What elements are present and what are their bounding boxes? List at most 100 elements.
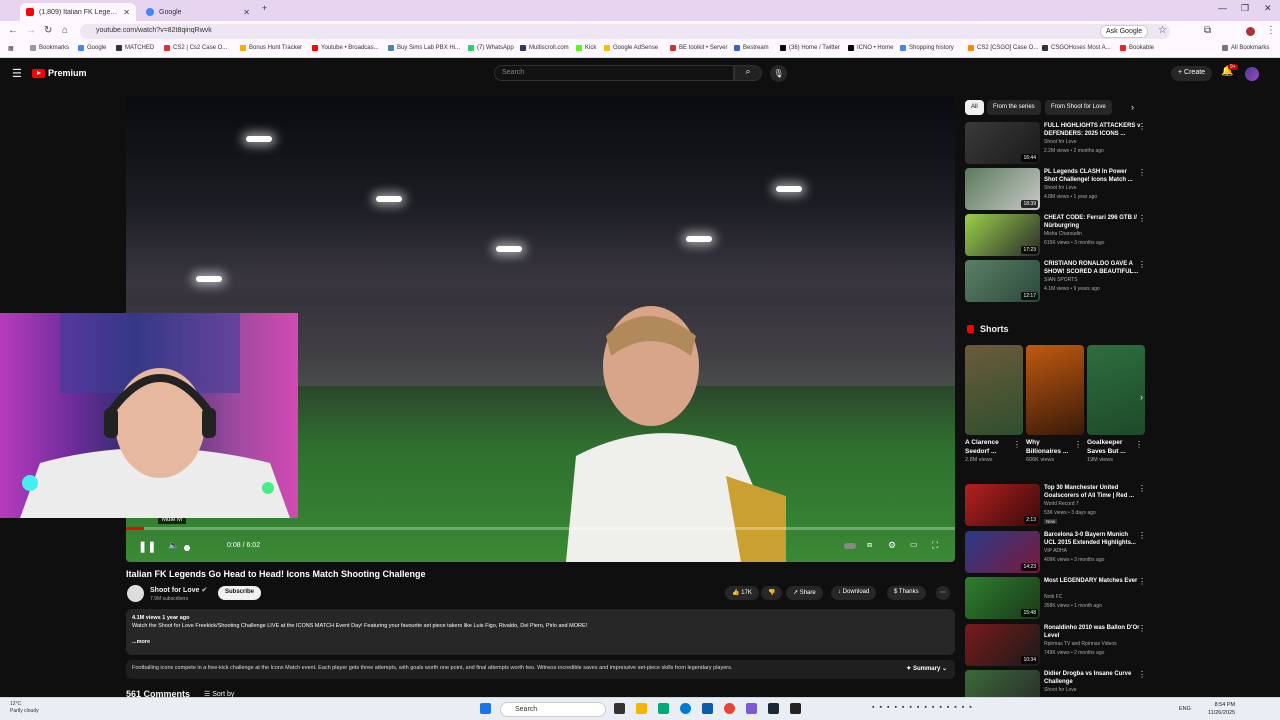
more-options-icon[interactable]: ⋮ [1138,577,1146,586]
ask-google-button[interactable]: Ask Google [1100,25,1149,38]
show-more-link[interactable]: ...more [132,639,949,645]
close-tab-icon[interactable]: ✕ [123,8,130,17]
channel-name[interactable]: Shoot for Love ✔ [150,586,207,594]
more-options-icon[interactable]: ⋮ [1138,122,1146,131]
video-thumbnail[interactable]: 2:13 [965,484,1040,526]
task-view-icon[interactable] [614,703,625,714]
short-title[interactable]: A Clarence Seedorf ... [965,438,1015,456]
more-options-icon[interactable]: ⋮ [1138,214,1146,223]
like-button[interactable]: 👍 17K [725,586,759,600]
autoplay-toggle[interactable] [844,543,856,549]
all-bookmarks[interactable]: All Bookmarks [1222,45,1269,51]
search-input[interactable]: Search [494,65,734,81]
language-indicator[interactable]: ENG [1179,706,1191,712]
volume-icon[interactable]: 🔈 [168,540,179,551]
taskbar-clock[interactable]: 8:54 PM 11/26/2025 [1208,701,1235,717]
taskbar-search[interactable]: Search [500,702,606,717]
edge-icon[interactable] [680,703,691,714]
recommended-title[interactable]: CHEAT CODE: Ferrari 296 GTB // Nürburgri… [1044,214,1141,230]
recommended-title[interactable]: Most LEGENDARY Matches Ever [1044,577,1141,585]
store-icon[interactable] [658,703,669,714]
more-options-icon[interactable]: ⋮ [1074,440,1082,449]
account-avatar[interactable] [1245,67,1259,81]
recommended-video[interactable]: 16:44 FULL HIGHLIGHTS ATTACKERS v DEFENDE… [965,122,1150,166]
description-box[interactable]: 4.1M views 1 year ago Watch the Shoot fo… [126,609,955,655]
bookmark-item[interactable]: Google AdSense [604,45,658,51]
recommended-video[interactable]: 10:34 Ronaldinho 2010 was Ballon D'Or Lev… [965,624,1150,668]
more-options-icon[interactable]: ⋮ [1138,168,1146,177]
fullscreen-icon[interactable]: ⛶ [932,540,938,551]
back-icon[interactable]: ← [8,25,18,36]
obs-icon[interactable] [790,703,801,714]
recommended-video[interactable]: 15:48 Most LEGENDARY Matches Ever Notti FC… [965,577,1150,621]
recommended-title[interactable]: Ronaldinho 2010 was Ballon D'Or Level [1044,624,1141,640]
recommended-channel[interactable]: Shoot for Love [1044,185,1077,191]
system-tray-icons[interactable]: ▪▪▪▪▪▪▪▪▪▪▪▪▪▪ [872,704,977,711]
recommended-title[interactable]: CRISTIANO RONALDO GAVE A SHOW! SCORED A … [1044,260,1141,276]
bookmark-item[interactable]: CS2 [CSGO] Case O... [968,45,1038,51]
recommended-title[interactable]: PL Legends CLASH In Power Shot Challenge… [1044,168,1141,184]
youtube-premium-logo[interactable]: Premium [32,68,87,78]
video-progress-bar[interactable] [126,527,955,530]
recommended-title[interactable]: Barcelona 3-0 Bayern Munich UCL 2015 Ext… [1044,531,1141,547]
bookmark-item[interactable]: ICNO • Home [848,45,893,51]
video-thumbnail[interactable]: 16:44 [965,122,1040,164]
more-options-icon[interactable]: ⋮ [1138,670,1146,679]
video-thumbnail[interactable]: 10:34 [965,624,1040,666]
apps-icon[interactable]: ▦ [8,45,14,52]
home-icon[interactable]: ⌂ [62,25,68,36]
video-thumbnail[interactable]: 18:39 [965,168,1040,210]
captions-icon[interactable]: ⧈ [867,540,872,550]
video-thumbnail[interactable]: 12:17 [965,260,1040,302]
recommended-channel[interactable]: Shoot for Love [1044,139,1077,145]
bookmark-item[interactable]: CSGOHoses Most A... [1042,45,1111,51]
recommended-channel[interactable]: Notti FC [1044,594,1062,600]
close-tab-icon[interactable]: ✕ [243,8,250,17]
bookmark-item[interactable]: Bonus Hunt Tracker [240,45,302,51]
bookmark-item[interactable]: Multiscroll.com [520,45,569,51]
bookmark-item[interactable]: Bestream [734,45,769,51]
share-button[interactable]: ↗ Share [786,586,823,600]
more-options-icon[interactable]: ⋮ [1135,440,1143,449]
bookmark-item[interactable]: Kick [576,45,596,51]
recommended-video[interactable]: 12:17 CRISTIANO RONALDO GAVE A SHOW! SCOR… [965,260,1150,304]
reload-icon[interactable]: ↻ [44,25,52,36]
chrome-icon[interactable] [724,703,735,714]
chip-from-series[interactable]: From the series [987,100,1041,115]
recommended-channel[interactable]: Rpirmas TV and Rpirmas Videos [1044,641,1117,647]
bookmark-item[interactable]: Google [78,45,106,51]
download-button[interactable]: ↓ Download [831,586,877,600]
browser-tab-youtube[interactable]: (1,809) Italian FK Legends Go ✕ [20,3,136,21]
short-title[interactable]: Why Billionaires ... [1026,438,1076,456]
chip-all[interactable]: All [965,100,984,115]
new-tab-icon[interactable]: + [262,3,267,13]
browser-tab-google[interactable]: Google ✕ [140,3,256,21]
recommended-title[interactable]: Didier Drogba vs Insane Curve Challenge [1044,670,1141,686]
file-explorer-icon[interactable] [636,703,647,714]
recommended-channel[interactable]: VIP ADHA [1044,548,1067,554]
volume-slider-handle[interactable] [184,545,190,551]
more-options-icon[interactable]: ⋮ [1138,624,1146,633]
bookmark-item[interactable]: (7) WhatsApp [468,45,514,51]
start-button-icon[interactable] [480,703,491,714]
shorts-next-icon[interactable]: › [1140,392,1143,402]
short-title[interactable]: Goalkeeper Saves But ... [1087,438,1137,456]
pause-icon[interactable]: ❚❚ [138,540,156,553]
chip-from-channel[interactable]: From Shoot for Love [1045,100,1112,115]
recommended-channel[interactable]: Shoot for Love [1044,687,1077,693]
more-options-icon[interactable]: ⋮ [1013,440,1021,449]
dislike-button[interactable]: 👎 [761,586,783,600]
short-card[interactable]: Goalkeeper Saves But ... 19M views ⋮ [1087,345,1145,463]
search-button[interactable]: ⌕ [734,65,762,81]
bookmark-item[interactable]: CS2 | Cs2 Case O... [164,45,227,51]
video-thumbnail[interactable]: 17:23 [965,214,1040,256]
bookmark-item[interactable]: Buy Sims Lab PBX Hi... [388,45,460,51]
profile-avatar[interactable] [1246,27,1255,36]
more-options-icon[interactable]: ⋮ [1138,260,1146,269]
recommended-video[interactable]: 17:23 CHEAT CODE: Ferrari 296 GTB // Nürb… [965,214,1150,258]
steam-icon[interactable] [768,703,779,714]
bookmark-item[interactable]: Bookmarks [30,45,69,51]
recommended-video[interactable]: 2:13 Top 30 Manchester United Goalscorers… [965,484,1150,528]
create-button[interactable]: + Create [1171,66,1213,81]
voice-search-icon[interactable]: 🎙 [770,65,787,82]
